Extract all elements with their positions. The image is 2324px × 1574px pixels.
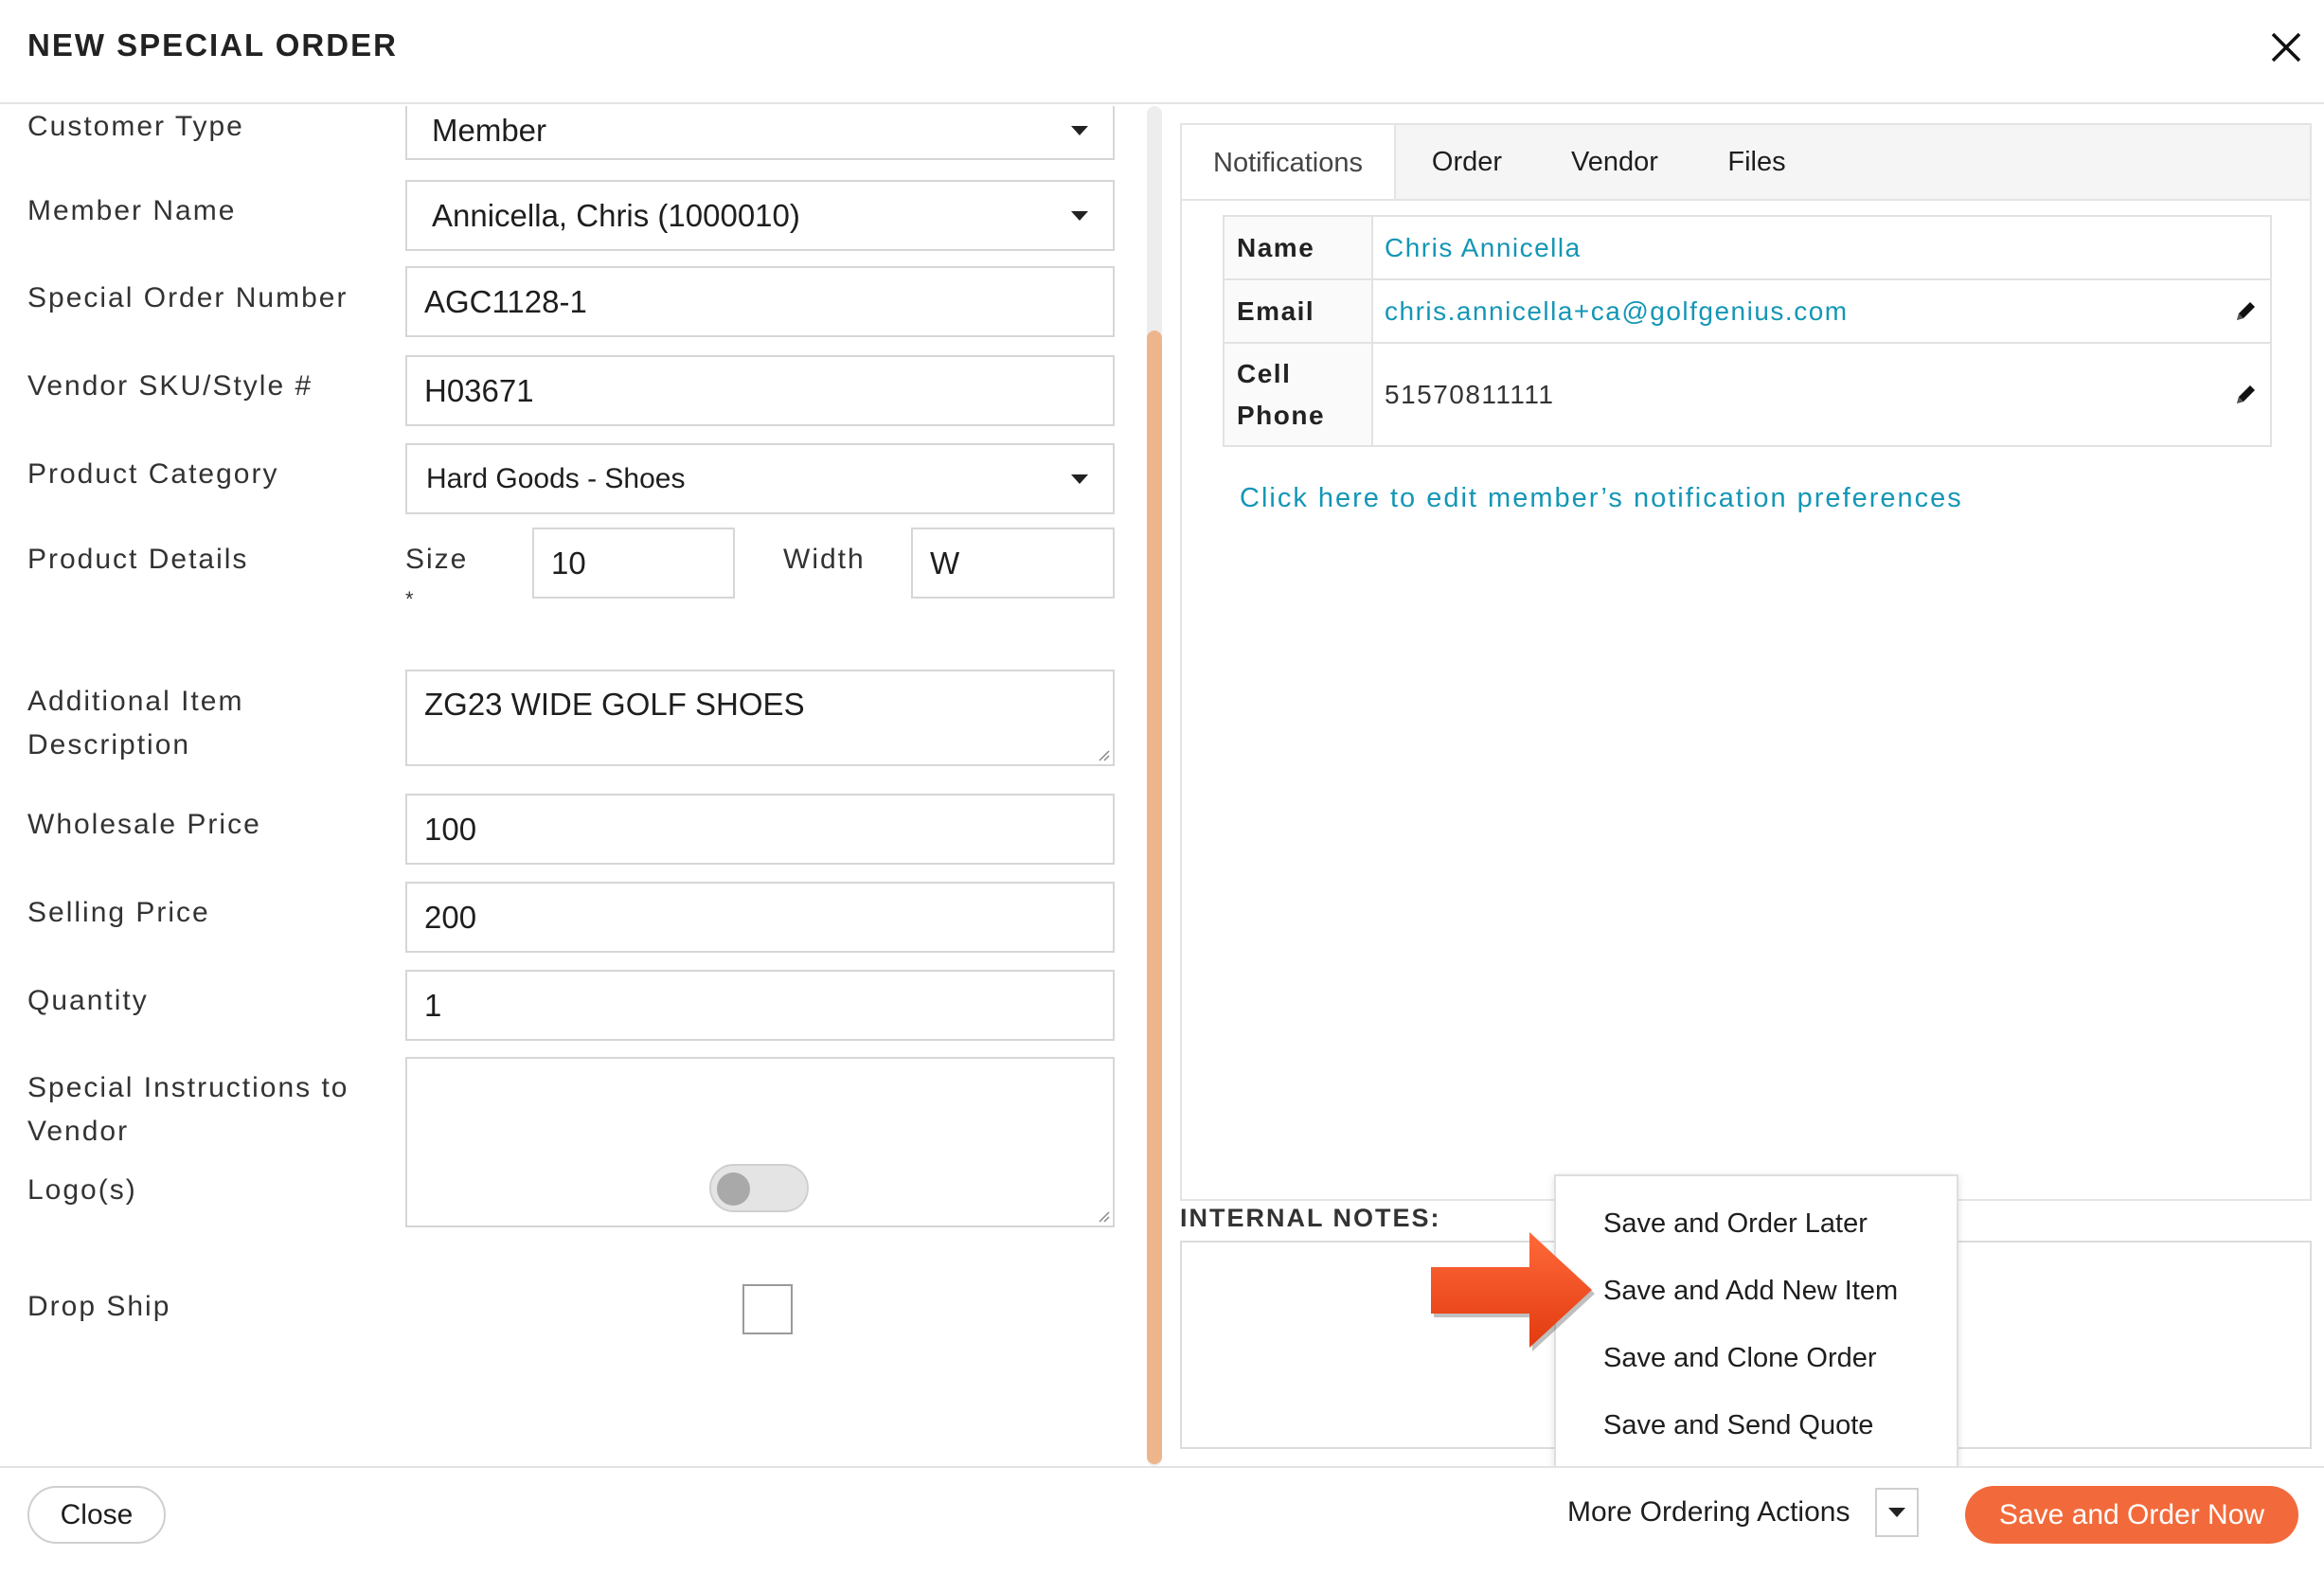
- member-name-select[interactable]: Annicella, Chris (1000010): [405, 180, 1115, 251]
- size-label: Size: [405, 544, 469, 575]
- menu-item-save-clone-order[interactable]: Save and Clone Order: [1603, 1343, 1877, 1374]
- product-category-label: Product Category: [27, 458, 279, 490]
- toggle-knob: [717, 1172, 750, 1206]
- additional-desc-label-1: Additional Item: [27, 686, 244, 717]
- quantity-value: 1: [424, 987, 442, 1023]
- width-value: W: [930, 545, 960, 581]
- chevron-down-icon: [1071, 126, 1088, 135]
- logos-label: Logo(s): [27, 1174, 137, 1206]
- email-link[interactable]: chris.annicella+ca@golfgenius.com: [1385, 296, 1849, 326]
- tab-vendor[interactable]: Vendor: [1538, 123, 1691, 201]
- customer-type-select[interactable]: Member: [405, 106, 1115, 160]
- vendor-sku-value: H03671: [424, 372, 534, 408]
- email-key: Email: [1223, 278, 1373, 344]
- wholesale-price-label: Wholesale Price: [27, 809, 261, 840]
- product-category-select[interactable]: Hard Goods - Shoes: [405, 443, 1115, 514]
- phone-key-cell: Cell Phone: [1223, 342, 1373, 447]
- special-instructions-label-2: Vendor: [27, 1116, 130, 1147]
- member-name-label: Member Name: [27, 195, 237, 226]
- phone-value: 51570811111: [1385, 379, 1555, 409]
- chevron-down-icon: [1071, 210, 1088, 221]
- email-value-cell: chris.annicella+ca@golfgenius.com: [1371, 278, 2272, 344]
- ordering-actions-menu: Save and Order Later Save and Add New It…: [1554, 1174, 1958, 1479]
- additional-desc-value: ZG23 WIDE GOLF SHOES: [424, 687, 805, 722]
- logos-toggle[interactable]: [709, 1164, 809, 1212]
- size-required-mark: *: [405, 587, 414, 611]
- contact-info-table: Name Chris Annicella Email chris.annicel…: [1223, 215, 2272, 447]
- order-number-value: AGC1128-1: [424, 283, 587, 319]
- size-value: 10: [551, 545, 586, 581]
- selling-price-label: Selling Price: [27, 897, 210, 928]
- callout-arrow-icon: [1431, 1232, 1595, 1351]
- edit-pencil-icon[interactable]: [2232, 382, 2259, 408]
- menu-item-save-add-new-item[interactable]: Save and Add New Item: [1603, 1276, 1898, 1307]
- edit-pencil-icon[interactable]: [2232, 298, 2259, 325]
- internal-notes-label: INTERNAL NOTES:: [1180, 1204, 1441, 1232]
- wholesale-price-input[interactable]: 100: [405, 794, 1115, 865]
- order-number-label: Special Order Number: [27, 282, 349, 313]
- tab-order[interactable]: Order: [1396, 123, 1538, 201]
- name-key: Name: [1223, 215, 1373, 280]
- menu-item-save-send-quote[interactable]: Save and Send Quote: [1603, 1410, 1873, 1441]
- phone-value-cell: 51570811111: [1371, 342, 2272, 447]
- vendor-sku-input[interactable]: H03671: [405, 355, 1115, 426]
- name-value-cell: Chris Annicella: [1371, 215, 2272, 280]
- close-icon[interactable]: [2267, 28, 2305, 66]
- width-input[interactable]: W: [911, 528, 1115, 599]
- additional-desc-label-2: Description: [27, 729, 191, 760]
- phone-key-line2: Phone: [1237, 400, 1326, 430]
- width-label: Width: [783, 544, 866, 575]
- member-name-value: Annicella, Chris (1000010): [432, 197, 800, 233]
- close-button[interactable]: Close: [27, 1486, 166, 1544]
- quantity-label: Quantity: [27, 985, 149, 1016]
- tab-notifications[interactable]: Notifications: [1180, 123, 1396, 201]
- save-and-order-now-button[interactable]: Save and Order Now: [1965, 1486, 2298, 1544]
- more-ordering-actions-toggle[interactable]: [1875, 1488, 1919, 1537]
- size-input[interactable]: 10: [532, 528, 735, 599]
- selling-price-value: 200: [424, 899, 477, 935]
- wholesale-price-value: 100: [424, 811, 477, 847]
- tab-files[interactable]: Files: [1691, 123, 1822, 201]
- order-number-input[interactable]: AGC1128-1: [405, 266, 1115, 337]
- notification-preferences-link[interactable]: Click here to edit member’s notification…: [1240, 483, 1963, 514]
- customer-type-value: Member: [432, 113, 547, 148]
- more-ordering-actions-label[interactable]: More Ordering Actions: [1567, 1496, 1850, 1529]
- quantity-input[interactable]: 1: [405, 970, 1115, 1041]
- vendor-sku-label: Vendor SKU/Style #: [27, 370, 313, 402]
- selling-price-input[interactable]: 200: [405, 882, 1115, 953]
- form-scrollbar-thumb[interactable]: [1147, 331, 1162, 1464]
- resize-grip-icon[interactable]: [1097, 748, 1110, 761]
- chevron-down-icon: [1071, 474, 1088, 484]
- member-name-link[interactable]: Chris Annicella: [1385, 233, 1582, 262]
- drop-ship-label: Drop Ship: [27, 1291, 171, 1322]
- dialog-header: NEW SPECIAL ORDER: [0, 0, 2324, 104]
- product-category-value: Hard Goods - Shoes: [426, 462, 686, 494]
- dialog-title: NEW SPECIAL ORDER: [27, 27, 398, 63]
- product-details-label: Product Details: [27, 544, 249, 575]
- drop-ship-checkbox[interactable]: [742, 1284, 793, 1334]
- resize-grip-icon[interactable]: [1097, 1209, 1110, 1223]
- menu-item-save-order-later[interactable]: Save and Order Later: [1603, 1208, 1868, 1240]
- special-instructions-label-1: Special Instructions to: [27, 1072, 349, 1103]
- phone-key-line1: Cell: [1237, 358, 1292, 388]
- additional-desc-textarea[interactable]: ZG23 WIDE GOLF SHOES: [405, 670, 1115, 766]
- chevron-down-icon: [1888, 1508, 1905, 1517]
- order-form: Customer Type Member Member Name Annicel…: [0, 106, 1127, 1466]
- customer-type-label: Customer Type: [27, 111, 244, 142]
